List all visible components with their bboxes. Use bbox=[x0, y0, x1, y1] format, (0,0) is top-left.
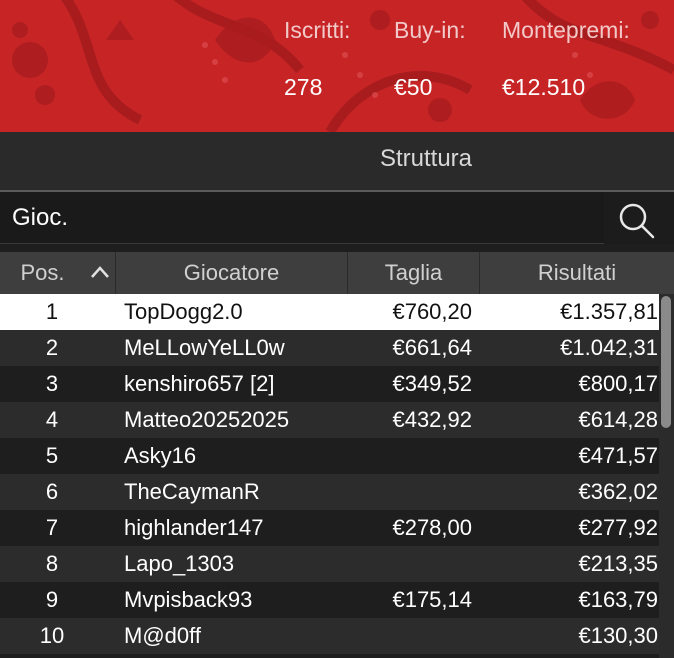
column-header-pos-label: Pos. bbox=[20, 260, 65, 285]
structure-tab[interactable]: Struttura bbox=[0, 145, 674, 173]
pos-cell: 5 bbox=[45, 443, 59, 468]
pos-cell: 10 bbox=[39, 623, 65, 648]
player-cell: kenshiro657 [2] bbox=[124, 371, 275, 396]
pos-cell: 4 bbox=[45, 407, 59, 432]
table-row[interactable]: 4 Matteo20252025 €432,92 €614,28 bbox=[0, 402, 659, 438]
table-row[interactable]: 8 Lapo_1303 €213,35 bbox=[0, 546, 659, 582]
risultati-cell: €1.357,81 bbox=[560, 299, 658, 324]
column-header-taglia[interactable]: Taglia bbox=[348, 252, 480, 294]
risultati-cell: €362,02 bbox=[578, 479, 658, 504]
entrants-value: 278 bbox=[284, 74, 323, 100]
table-row[interactable]: 5 Asky16 €471,57 bbox=[0, 438, 659, 474]
player-cell: Lapo_1303 bbox=[124, 551, 235, 576]
player-cell: MeLLowYeLL0w bbox=[124, 335, 285, 360]
prizepool-label: Montepremi: bbox=[502, 17, 630, 43]
table-row[interactable]: 1 TopDogg2.0 €760,20 €1.357,81 bbox=[0, 294, 659, 330]
taglia-cell: €175,14 bbox=[392, 587, 472, 612]
player-search-row: Gioc. bbox=[0, 192, 674, 244]
taglia-cell bbox=[350, 474, 472, 510]
taglia-cell bbox=[350, 546, 472, 582]
table-scrollbar[interactable] bbox=[659, 294, 674, 658]
pos-cell: 9 bbox=[45, 587, 59, 612]
column-header-risultati[interactable]: Risultati bbox=[480, 252, 674, 294]
taglia-cell bbox=[350, 618, 472, 654]
risultati-cell: €614,28 bbox=[578, 407, 658, 432]
table-row[interactable]: 9 Mvpisback93 €175,14 €163,79 bbox=[0, 582, 659, 618]
prizepool-value: €12.510 bbox=[502, 74, 586, 100]
scrollbar-thumb[interactable] bbox=[661, 296, 671, 428]
pos-cell: 2 bbox=[45, 335, 59, 360]
table-row[interactable]: 3 kenshiro657 [2] €349,52 €800,17 bbox=[0, 366, 659, 402]
risultati-cell: €130,30 bbox=[578, 623, 658, 648]
player-cell: TopDogg2.0 bbox=[124, 299, 243, 324]
taglia-cell: €661,64 bbox=[392, 335, 472, 360]
player-search-input[interactable]: Gioc. bbox=[0, 192, 604, 244]
table-row[interactable]: 6 TheCaymanR €362,02 bbox=[0, 474, 659, 510]
player-cell: Matteo20252025 bbox=[124, 407, 290, 432]
table-row[interactable]: 2 MeLLowYeLL0w €661,64 €1.042,31 bbox=[0, 330, 659, 366]
entrants-label: Iscritti: bbox=[284, 17, 351, 43]
results-table: 1 TopDogg2.0 €760,20 €1.357,81 2 MeLLowY… bbox=[0, 294, 659, 654]
risultati-cell: €1.042,31 bbox=[560, 335, 658, 360]
column-header-player[interactable]: Giocatore bbox=[116, 252, 348, 294]
buyin-label: Buy-in: bbox=[394, 17, 466, 43]
pos-cell: 7 bbox=[45, 515, 59, 540]
table-row[interactable]: 10 M@d0ff €130,30 bbox=[0, 618, 659, 654]
player-cell: Mvpisback93 bbox=[124, 587, 253, 612]
player-cell: highlander147 bbox=[124, 515, 264, 540]
taglia-cell: €349,52 bbox=[392, 371, 472, 396]
taglia-cell bbox=[350, 438, 472, 474]
sort-ascending-icon[interactable] bbox=[90, 265, 110, 279]
pos-cell: 1 bbox=[45, 299, 59, 324]
taglia-cell: €278,00 bbox=[392, 515, 472, 540]
buyin-value: €50 bbox=[394, 74, 433, 100]
table-row[interactable]: 7 highlander147 €278,00 €277,92 bbox=[0, 510, 659, 546]
taglia-cell: €760,20 bbox=[392, 299, 472, 324]
risultati-cell: €471,57 bbox=[578, 443, 658, 468]
player-cell: TheCaymanR bbox=[124, 479, 260, 504]
risultati-cell: €213,35 bbox=[578, 551, 658, 576]
player-cell: M@d0ff bbox=[124, 623, 201, 648]
pos-cell: 8 bbox=[45, 551, 59, 576]
player-cell: Asky16 bbox=[124, 443, 197, 468]
risultati-cell: €277,92 bbox=[578, 515, 658, 540]
search-icon[interactable] bbox=[618, 202, 656, 240]
risultati-cell: €163,79 bbox=[578, 587, 658, 612]
taglia-cell: €432,92 bbox=[392, 407, 472, 432]
risultati-cell: €800,17 bbox=[578, 371, 658, 396]
pos-cell: 6 bbox=[45, 479, 59, 504]
pos-cell: 3 bbox=[45, 371, 59, 396]
tournament-banner: Iscritti: 278 Buy-in: €50 Montepremi: €1… bbox=[0, 0, 674, 132]
